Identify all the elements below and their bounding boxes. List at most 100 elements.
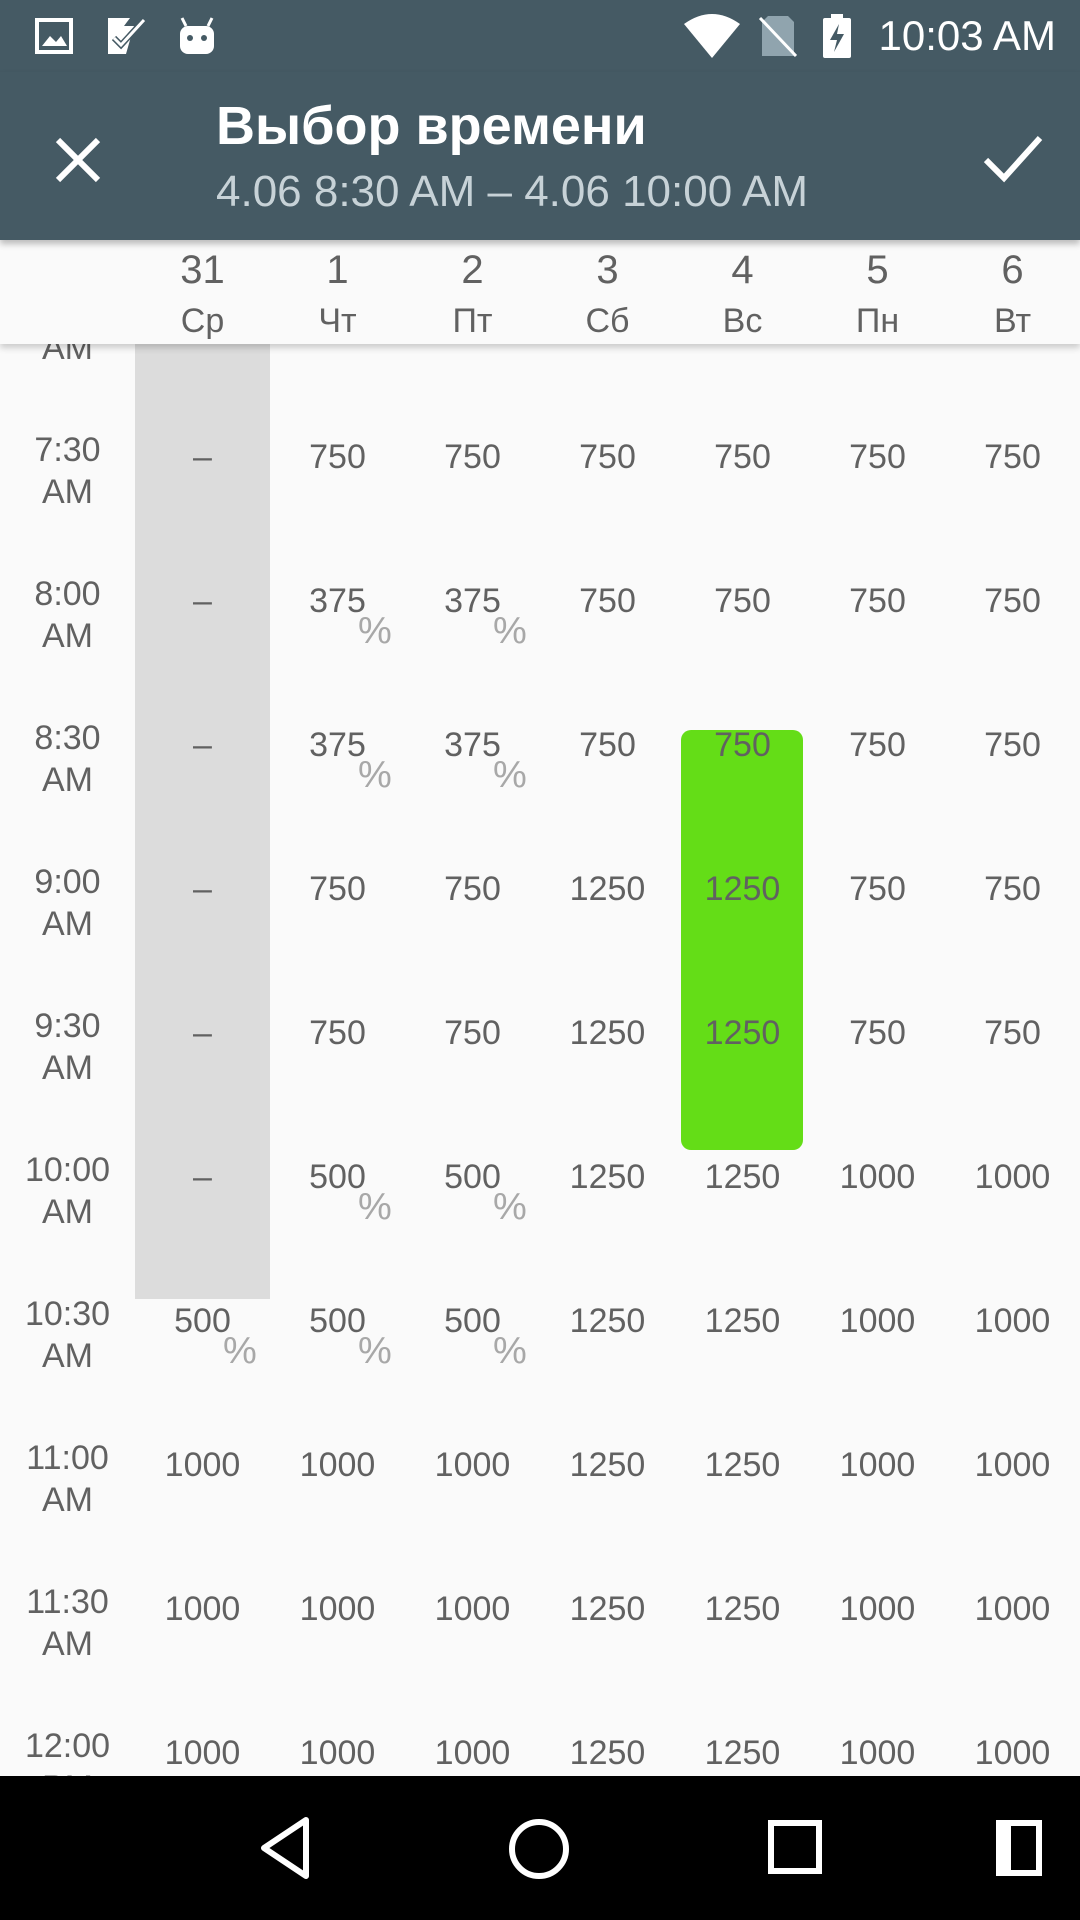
time-slot-cell[interactable]: 750 <box>405 389 540 533</box>
time-slot-cell[interactable]: 1000 <box>135 1541 270 1685</box>
time-slot-cell[interactable]: 750 <box>945 821 1080 965</box>
time-slot-cell[interactable]: 1250 <box>540 965 675 1109</box>
time-slot-cell[interactable]: 1000 <box>945 1685 1080 1776</box>
slot-price: 750 <box>984 438 1041 476</box>
check-icon[interactable] <box>974 120 1050 196</box>
time-slot-cell[interactable]: 750 <box>675 344 810 389</box>
time-slot-cell[interactable]: 1250 <box>675 821 810 965</box>
time-slot-cell[interactable]: 500% <box>270 1109 405 1253</box>
time-slot-cell[interactable]: 1250 <box>540 1109 675 1253</box>
slot-price: 1250 <box>704 1014 781 1052</box>
time-slot-cell[interactable]: 750 <box>270 344 405 389</box>
time-slot-cell[interactable]: 1000 <box>810 1109 945 1253</box>
time-slot-cell[interactable]: 500% <box>405 1109 540 1253</box>
day-header-6[interactable]: 6 Вт <box>945 240 1080 344</box>
time-slot-cell[interactable]: 1250 <box>675 965 810 1109</box>
time-slot-cell[interactable]: 750 <box>540 677 675 821</box>
time-slot-cell[interactable]: 500% <box>405 1253 540 1397</box>
time-slot-cell[interactable]: 750 <box>540 344 675 389</box>
slot-price: 1000 <box>839 1446 916 1484</box>
time-slot-cell[interactable]: 750 <box>675 533 810 677</box>
time-slot-cell[interactable]: 1000 <box>945 1397 1080 1541</box>
time-slot-cell[interactable]: 750 <box>810 344 945 389</box>
home-icon[interactable] <box>508 1818 570 1880</box>
time-slot-cell[interactable]: 1000 <box>405 1397 540 1541</box>
split-screen-icon[interactable] <box>996 1820 1042 1876</box>
time-slot-cell[interactable]: 500% <box>135 1253 270 1397</box>
time-slot-cell[interactable]: 1250 <box>540 821 675 965</box>
time-slot-cell[interactable]: 750 <box>405 821 540 965</box>
time-slot-cell[interactable]: 1000 <box>810 1253 945 1397</box>
image-icon <box>35 18 73 54</box>
time-slot-cell[interactable]: 375% <box>270 533 405 677</box>
day-header-4[interactable]: 4 Вс <box>675 240 810 344</box>
day-header-1[interactable]: 1 Чт <box>270 240 405 344</box>
time-slot-cell[interactable]: 375% <box>270 677 405 821</box>
time-slot-cell[interactable]: – <box>135 389 270 533</box>
schedule-grid[interactable]: 7:00AM–7507507507507507507:30AM–75075075… <box>0 344 1080 1776</box>
time-slot-cell[interactable]: 750 <box>945 344 1080 389</box>
time-slot-cell[interactable]: 1250 <box>675 1541 810 1685</box>
time-slot-cell[interactable]: 750 <box>270 965 405 1109</box>
back-icon[interactable] <box>258 1816 312 1880</box>
time-slot-cell[interactable]: 1000 <box>945 1109 1080 1253</box>
time-slot-cell[interactable]: 750 <box>810 389 945 533</box>
time-label-hour: 10:00 <box>24 1151 111 1189</box>
time-slot-cell[interactable]: 1000 <box>945 1253 1080 1397</box>
time-slot-cell[interactable]: 1250 <box>675 1253 810 1397</box>
time-slot-cell[interactable]: 750 <box>675 677 810 821</box>
time-slot-cell[interactable]: – <box>135 344 270 389</box>
time-label-hour: 9:00 <box>34 863 101 901</box>
time-slot-cell[interactable]: 750 <box>540 533 675 677</box>
time-slot-cell[interactable]: 375% <box>405 533 540 677</box>
time-slot-cell[interactable]: 750 <box>675 389 810 533</box>
time-slot-cell[interactable]: 750 <box>810 965 945 1109</box>
time-slot-cell[interactable]: 1000 <box>135 1397 270 1541</box>
time-slot-cell[interactable]: – <box>135 1109 270 1253</box>
time-slot-cell[interactable]: 750 <box>945 965 1080 1109</box>
time-slot-cell[interactable]: 750 <box>810 821 945 965</box>
time-slot-cell[interactable]: 750 <box>945 533 1080 677</box>
time-slot-cell[interactable]: 500% <box>270 1253 405 1397</box>
time-slot-cell[interactable]: 750 <box>405 344 540 389</box>
time-slot-cell[interactable]: 750 <box>945 677 1080 821</box>
time-slot-cell[interactable]: 1000 <box>810 1397 945 1541</box>
time-slot-cell[interactable]: 1250 <box>675 1397 810 1541</box>
time-slot-cell[interactable]: 750 <box>810 533 945 677</box>
time-slot-cell[interactable]: 1000 <box>810 1685 945 1776</box>
time-slot-cell[interactable]: 750 <box>405 965 540 1109</box>
time-slot-cell[interactable]: 1250 <box>540 1397 675 1541</box>
time-label-hour: 9:30 <box>34 1007 101 1045</box>
time-slot-cell[interactable]: – <box>135 677 270 821</box>
time-slot-cell[interactable]: 1000 <box>405 1685 540 1776</box>
time-slot-cell[interactable]: 375% <box>405 677 540 821</box>
time-slot-cell[interactable]: 750 <box>270 821 405 965</box>
recents-icon[interactable] <box>768 1820 822 1874</box>
time-slot-cell[interactable]: 1250 <box>675 1685 810 1776</box>
day-header-5[interactable]: 5 Пн <box>810 240 945 344</box>
day-header-2[interactable]: 2 Пт <box>405 240 540 344</box>
time-slot-cell[interactable]: 750 <box>945 389 1080 533</box>
time-slot-cell[interactable]: 750 <box>540 389 675 533</box>
day-header-3[interactable]: 3 Сб <box>540 240 675 344</box>
day-header-0[interactable]: 31 Ср <box>135 240 270 344</box>
time-label-ampm: AM <box>42 1625 93 1663</box>
time-slot-cell[interactable]: 1250 <box>540 1253 675 1397</box>
time-slot-cell[interactable]: 1250 <box>540 1541 675 1685</box>
time-slot-cell[interactable]: 750 <box>270 389 405 533</box>
time-slot-cell[interactable]: – <box>135 821 270 965</box>
time-slot-cell[interactable]: 1000 <box>810 1541 945 1685</box>
time-slot-cell[interactable]: 750 <box>810 677 945 821</box>
time-slot-cell[interactable]: 1000 <box>270 1541 405 1685</box>
time-slot-cell[interactable]: 1250 <box>675 1109 810 1253</box>
time-slot-cell[interactable]: 1250 <box>540 1685 675 1776</box>
time-slot-cell[interactable]: 1000 <box>270 1685 405 1776</box>
close-icon[interactable] <box>40 122 116 198</box>
time-slot-cell[interactable]: – <box>135 965 270 1109</box>
time-slot-cell[interactable]: 1000 <box>405 1541 540 1685</box>
slot-price: 1000 <box>434 1590 511 1628</box>
time-slot-cell[interactable]: 1000 <box>270 1397 405 1541</box>
time-slot-cell[interactable]: 1000 <box>135 1685 270 1776</box>
time-slot-cell[interactable]: 1000 <box>945 1541 1080 1685</box>
time-slot-cell[interactable]: – <box>135 533 270 677</box>
